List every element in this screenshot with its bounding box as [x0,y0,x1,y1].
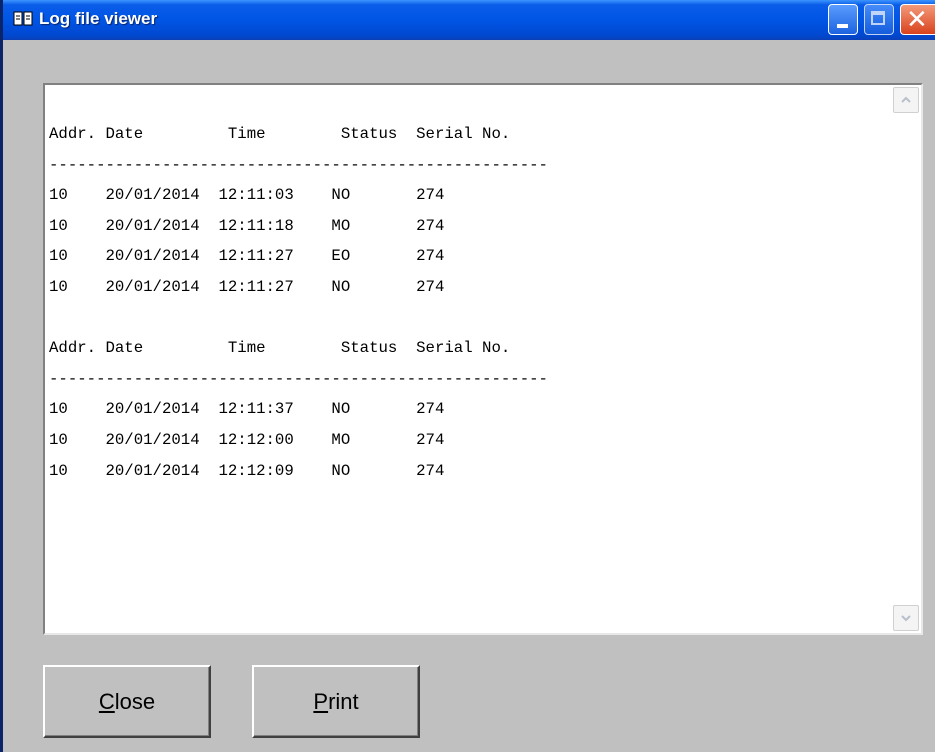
log-line: 10 20/01/2014 12:12:09 NO 274 [49,461,445,480]
log-line: Addr. Date Time Status Serial No. [49,125,511,143]
log-line: 10 20/01/2014 12:11:37 NO 274 [49,400,445,419]
log-file-viewer-window: Log file viewer ✕ Addr. Date Time Status… [0,0,935,752]
book-icon [13,11,33,26]
maximize-button[interactable] [864,4,894,35]
scroll-up-button[interactable] [893,87,919,113]
close-button-accelerator: C [98,688,115,714]
log-content: Addr. Date Time Status Serial No. ------… [49,119,889,486]
log-line: 10 20/01/2014 12:12:00 MO 274 [49,430,445,449]
minimize-icon [837,24,848,28]
chevron-down-icon [901,615,911,622]
close-button[interactable]: Close [43,665,211,738]
close-button-label: lose [114,688,156,714]
log-line: 10 20/01/2014 12:11:03 NO 274 [49,186,445,205]
log-line: 10 20/01/2014 12:11:27 EO 274 [49,247,445,266]
title-bar[interactable]: Log file viewer ✕ [3,0,935,40]
log-line: 10 20/01/2014 12:11:18 MO 274 [49,216,445,235]
log-line: ----------------------------------------… [49,369,548,388]
close-icon: ✕ [906,5,928,35]
print-button[interactable]: Print [252,665,420,738]
vertical-scrollbar[interactable] [893,87,919,631]
log-line: ----------------------------------------… [49,155,548,174]
minimize-button[interactable] [828,4,858,35]
window-title: Log file viewer [39,9,158,28]
log-line: Addr. Date Time Status Serial No. [49,339,511,358]
scroll-down-button[interactable] [893,605,919,631]
maximize-icon [871,11,885,25]
chevron-up-icon [901,96,911,103]
print-button-label: rint [328,688,359,714]
close-window-button[interactable]: ✕ [900,4,935,35]
log-line: 10 20/01/2014 12:11:27 NO 274 [49,277,445,296]
log-text-area[interactable]: Addr. Date Time Status Serial No. ------… [43,83,923,635]
print-button-accelerator: P [313,688,329,714]
